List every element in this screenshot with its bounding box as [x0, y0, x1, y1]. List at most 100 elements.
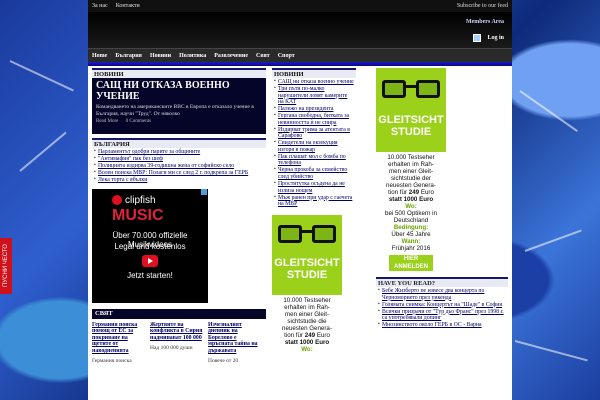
clipfish-logo-icon	[112, 195, 122, 206]
top-bar: За нас Контакти Subscribe to our feed	[88, 0, 512, 12]
ad-line: tion für	[284, 332, 304, 340]
list-item[interactable]: Палежо на президента	[274, 106, 354, 113]
login-link[interactable]: Log in	[473, 34, 504, 42]
header: Members Area Log in	[88, 12, 512, 48]
list-item[interactable]: Мъж ранен при удар с гаечета на МВР	[274, 195, 354, 208]
lens-left	[382, 80, 406, 98]
top-link-contacts[interactable]: Контакти	[116, 3, 140, 9]
lens-left	[278, 225, 302, 244]
world-news-headline[interactable]: Жертвите на конфликта в Сирия надминават…	[150, 322, 205, 342]
list-item[interactable]: Парламентът одобри парите за общините	[94, 149, 264, 156]
section-title-world: СВЯТ	[92, 308, 266, 319]
list-item[interactable]: Три пъти по-малко нарушители ловят камер…	[274, 86, 354, 106]
content-columns: НОВИНИ САЩ НИ ОТКАЗА ВОЕННО УЧЕНИЕ Коман…	[88, 68, 512, 400]
list-item[interactable]: Проститутка осъдена да не излиза нощем	[274, 181, 354, 194]
list-item[interactable]: Всички призрачи от "Тур дьо Франс" през …	[378, 309, 506, 322]
section-title-bulgaria: БЪЛГАРИЯ	[92, 138, 266, 148]
section-title-news-mid: НОВИНИ	[272, 68, 356, 78]
right-column: GLEITSICHT STUDIE 10.000 Testseher erhal…	[376, 68, 508, 330]
adchoices-icon[interactable]	[201, 188, 207, 195]
ad-currency: Euro	[316, 332, 330, 340]
nav-sport[interactable]: Спорт	[278, 53, 295, 59]
ad-wo: Wo:	[301, 346, 313, 354]
featured-title[interactable]: САЩ НИ ОТКАЗА ВОЕННО УЧЕНИЕ	[96, 80, 262, 102]
list-item[interactable]: "Антимафия" пак без шеф	[94, 156, 264, 163]
comments-link[interactable]: 0 Comments	[126, 119, 151, 124]
featured-article: САЩ НИ ОТКАЗА ВОЕННО УЧЕНИЕ Командването…	[92, 78, 266, 134]
left-column: НОВИНИ САЩ НИ ОТКАЗА ВОЕННО УЧЕНИЕ Коман…	[92, 68, 266, 365]
read-more-link[interactable]: Read More	[96, 119, 118, 124]
background-mosaic-line	[9, 60, 74, 92]
world-news-headline[interactable]: Германия поиска помощ от ЕС за покриване…	[92, 322, 147, 355]
clipfish-music: MUSIC	[112, 206, 164, 224]
featured-links: Read More 0 Comments	[96, 119, 262, 124]
list-item[interactable]: Полицията издирва 39-годишна жена от соф…	[94, 163, 264, 170]
list-item[interactable]: Свидетели на екзекуция изгоря в пожар	[274, 140, 354, 153]
ad-register-button[interactable]: HIER ANMELDEN	[389, 255, 433, 271]
play-icon[interactable]	[142, 254, 158, 267]
ad-wo: Wo:	[405, 203, 417, 210]
nav-home[interactable]: Home	[92, 53, 107, 59]
list-item[interactable]: САЩ ни отказа военно учение	[274, 79, 354, 86]
section-title-have-you-read: HAVE YOU READ?	[376, 277, 508, 287]
ad-line: erhalten im Rah-	[284, 304, 330, 312]
gleitsicht-ad-image[interactable]: GLEITSICHT STUDIE	[272, 215, 342, 296]
glasses-icon	[382, 80, 440, 100]
list-item[interactable]: Голямата снимка: Концертът на "Шаде" в С…	[378, 302, 506, 309]
glasses-bridge	[302, 230, 312, 234]
list-item[interactable]: Волен поиска МВР: Полаги ми се след 2 г.…	[94, 170, 264, 177]
ad-brand: GLEITSICHT STUDIE	[378, 114, 444, 138]
have-you-read-list: Бебе Жизберто пе извесе два концерта по …	[376, 287, 508, 330]
ad-wann-label: Wann:	[401, 238, 421, 245]
page: За нас Контакти Subscribe to our feed Me…	[88, 0, 512, 400]
nav-entertainment[interactable]: Развлечение	[214, 53, 248, 59]
login-icon	[473, 34, 482, 42]
list-item[interactable]: Пак плашат мол с бомба по телефона	[274, 154, 354, 167]
ad-line: erhalten im Rah-	[388, 161, 434, 168]
ad-line: tion für	[388, 189, 408, 196]
ad-line-price: tion für 249 Euro	[376, 189, 446, 196]
list-item[interactable]: Черна прокоба за семейство след убийство	[274, 167, 354, 180]
section-title-news: НОВИНИ	[92, 68, 266, 78]
glasses-bridge	[406, 85, 416, 88]
ad-wann: Frühjahr 2016	[391, 245, 431, 252]
lens-right	[312, 225, 336, 244]
background-mosaic-line	[514, 340, 588, 362]
nav-bulgaria[interactable]: България	[115, 53, 142, 59]
gleitsicht-ad-text-right[interactable]: 10.000 Testseher erhalten im Rah- men ei…	[376, 154, 446, 271]
ad-line: sichtstudie der	[391, 175, 431, 182]
side-tab[interactable]: ПУСНИ ЧЕСТО	[0, 238, 12, 294]
gleitsicht-ad-text[interactable]: 10.000 Testseher erhalten im Rah- men ei…	[272, 297, 342, 353]
list-item[interactable]: Мнозинството около ГЕРБ в ОС - Варна	[378, 322, 506, 329]
login-label: Log in	[487, 35, 504, 41]
clipfish-cta[interactable]: Jetzt starten!	[94, 271, 206, 280]
ad-price: 249	[408, 189, 420, 196]
top-link-about[interactable]: За нас	[92, 3, 108, 9]
world-news-item: Жертвите на конфликта в Сирия надминават…	[150, 322, 208, 365]
gleitsicht-ad-image-right[interactable]: GLEITSICHT STUDIE	[376, 68, 446, 152]
world-news-item: Германия поиска помощ от ЕС за покриване…	[92, 322, 150, 365]
ad-bedingung: Über 45 Jahre	[391, 231, 431, 238]
ad-line: sichtstudie die	[287, 318, 327, 326]
list-item[interactable]: Лека торта с ябълки	[94, 177, 264, 184]
ad-brand: GLEITSICHT STUDIE	[274, 257, 340, 282]
ad-line-price: tion für 249 Euro	[272, 332, 342, 339]
ad-line: neuesten Genera-	[282, 325, 332, 333]
clipfish-logo: clipfish	[112, 195, 156, 206]
ad-statt: statt 1000 Euro	[388, 196, 434, 203]
subscribe-link[interactable]: Subscribe to our feed	[457, 3, 508, 9]
list-item[interactable]: Бебе Жизберто пе извесе два концерта по …	[378, 288, 506, 301]
world-news-headline[interactable]: Изчезналият дневник на Борелово е мръсна…	[208, 322, 263, 355]
main-nav: Home България Новини Политика Развлечени…	[88, 48, 512, 62]
world-news-body: Повече от 20	[208, 358, 239, 365]
nav-world[interactable]: Свят	[256, 53, 270, 59]
world-news-columns: Германия поиска помощ от ЕС за покриване…	[92, 322, 266, 365]
clipfish-ad[interactable]: clipfish MUSIC Über 70.000 offizielle Mu…	[92, 188, 208, 303]
sub-nav-bar	[88, 62, 512, 66]
world-news-body: Над 100 000 души	[150, 345, 193, 352]
nav-politics[interactable]: Политика	[179, 53, 206, 59]
clipfish-logo-text: clipfish	[125, 194, 156, 206]
list-item[interactable]: Издирват трима за атентата в Сарафово	[274, 127, 354, 140]
list-item[interactable]: Гергана свободна, битката за невинността…	[274, 113, 354, 126]
nav-news[interactable]: Новини	[150, 53, 171, 59]
